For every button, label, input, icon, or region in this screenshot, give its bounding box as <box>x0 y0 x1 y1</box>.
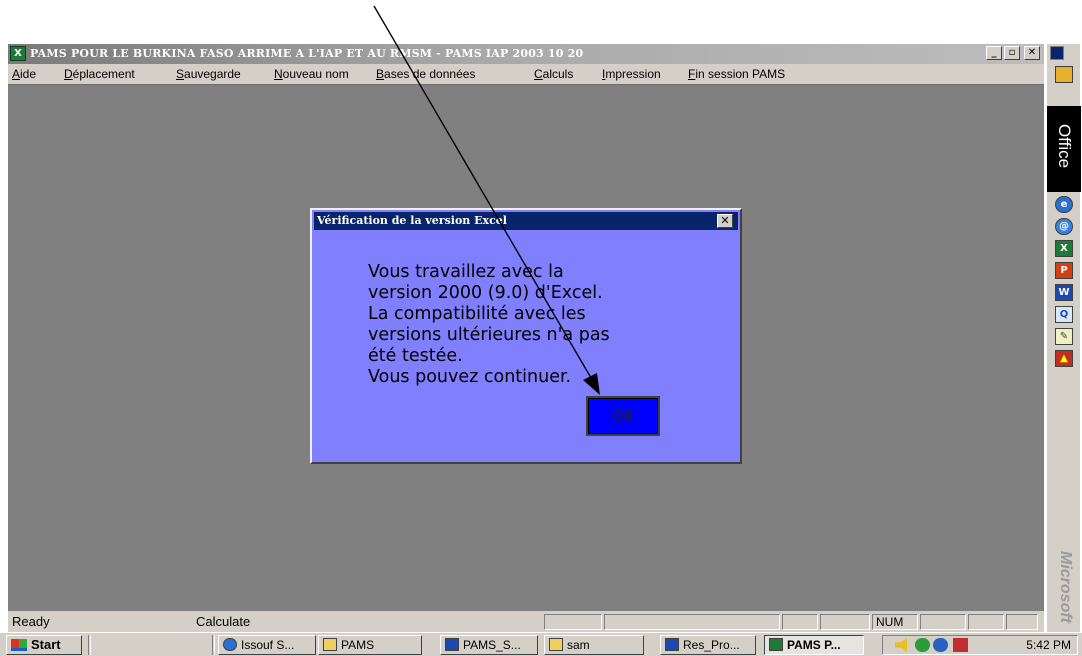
menu-bases-de-donnees[interactable]: Bases de données <box>376 67 475 81</box>
status-panel <box>604 614 780 630</box>
start-button[interactable]: Start <box>6 635 82 655</box>
status-panel <box>544 614 602 630</box>
menu-aide[interactable]: Aide <box>12 67 36 81</box>
folder-icon <box>323 638 337 651</box>
message-line: versions ultérieures n'a pas <box>368 325 610 345</box>
system-tray: 5:42 PM <box>882 635 1078 655</box>
taskbar-separator <box>88 635 91 655</box>
dialog-message: Vous travaillez avec la version 2000 (9.… <box>368 262 688 388</box>
task-pams-s-doc[interactable]: PAMS_S... <box>440 635 538 655</box>
message-line: Vous pouvez continuer. <box>368 367 572 387</box>
word-icon[interactable]: W <box>1055 284 1073 301</box>
task-issouf[interactable]: Issouf S... <box>218 635 316 655</box>
task-sam-folder[interactable]: sam <box>544 635 644 655</box>
status-panel <box>920 614 966 630</box>
office-menu-icon[interactable] <box>1050 46 1064 60</box>
ok-button-label: OK <box>588 398 658 434</box>
microsoft-label: Microsoft <box>1057 551 1074 623</box>
minimize-button[interactable]: _ <box>986 46 1002 60</box>
status-bar: Ready Calculate NUM <box>8 611 1044 632</box>
menu-nouveau-nom[interactable]: Nouveau nom <box>274 67 349 81</box>
window-title: PAMS POUR LE BURKINA FASO ARRIME A L'IAP… <box>30 47 584 60</box>
message-line: La compatibilité avec les <box>368 304 586 324</box>
windows-logo-icon <box>11 639 27 651</box>
office-shortcut-bar: Office e @ X P W Q ✎ ▲ Microsoft <box>1046 44 1081 632</box>
status-panel <box>968 614 1004 630</box>
taskbar-separator <box>212 635 215 655</box>
window-titlebar[interactable]: X PAMS POUR LE BURKINA FASO ARRIME A L'I… <box>8 44 1044 64</box>
message-line: été testée. <box>368 346 463 366</box>
folder-icon <box>549 638 563 651</box>
dialog-close-button[interactable]: ✕ <box>717 214 733 228</box>
ok-button[interactable]: OK <box>586 396 660 436</box>
version-check-dialog: Vérification de la version Excel ✕ Vous … <box>310 208 742 464</box>
status-panel <box>820 614 870 630</box>
menu-bar: Aide Déplacement Sauvegarde Nouveau nom … <box>8 64 1044 84</box>
status-panel <box>1006 614 1038 630</box>
taskbar: Start Issouf S... PAMS PAMS_S... sam Res… <box>0 632 1082 656</box>
status-panel <box>782 614 818 630</box>
menu-sauvegarde[interactable]: Sauvegarde <box>176 67 241 81</box>
office-toolbar-icon[interactable] <box>1055 66 1073 83</box>
word-doc-icon <box>445 638 459 651</box>
internet-explorer-icon[interactable]: e <box>1055 196 1073 213</box>
excel-icon[interactable]: X <box>1055 240 1073 257</box>
message-line: version 2000 (9.0) d'Excel. <box>368 283 603 303</box>
briefcase-icon[interactable]: ▲ <box>1055 350 1073 367</box>
find-icon[interactable]: Q <box>1055 306 1073 323</box>
volume-icon[interactable] <box>895 638 907 652</box>
network-icon[interactable] <box>915 638 930 652</box>
task-pams-excel[interactable]: PAMS P... <box>764 635 864 655</box>
excel-icon <box>769 638 783 651</box>
ie-icon <box>223 638 237 651</box>
status-num: NUM <box>872 614 918 630</box>
menu-impression[interactable]: Impression <box>602 67 661 81</box>
message-line: Vous travaillez avec la <box>368 262 564 282</box>
dialog-title: Vérification de la version Excel <box>317 214 507 227</box>
status-ready: Ready <box>12 614 50 629</box>
excel-icon[interactable]: X <box>10 46 26 61</box>
powerpoint-icon[interactable]: P <box>1055 262 1073 279</box>
restore-button[interactable]: ▫ <box>1004 46 1020 60</box>
dialog-titlebar[interactable]: Vérification de la version Excel ✕ <box>314 212 738 230</box>
menu-calculs[interactable]: Calculs <box>534 67 573 81</box>
task-pams-folder[interactable]: PAMS <box>318 635 422 655</box>
office-label: Office <box>1047 106 1081 192</box>
menu-fin-session[interactable]: Fin session PAMS <box>688 67 785 81</box>
screen: X PAMS POUR LE BURKINA FASO ARRIME A L'I… <box>0 0 1082 656</box>
menu-deplacement[interactable]: Déplacement <box>64 67 135 81</box>
outlook-express-icon[interactable]: @ <box>1055 218 1073 235</box>
status-calculate: Calculate <box>196 614 251 629</box>
task-res-pro-doc[interactable]: Res_Pro... <box>660 635 756 655</box>
close-button[interactable]: ✕ <box>1024 46 1040 60</box>
clock: 5:42 PM <box>1026 638 1071 652</box>
start-label: Start <box>31 637 61 652</box>
note-icon[interactable]: ✎ <box>1055 328 1073 345</box>
antivirus-icon[interactable] <box>953 638 968 652</box>
messenger-icon[interactable] <box>933 638 948 652</box>
word-doc-icon <box>665 638 679 651</box>
